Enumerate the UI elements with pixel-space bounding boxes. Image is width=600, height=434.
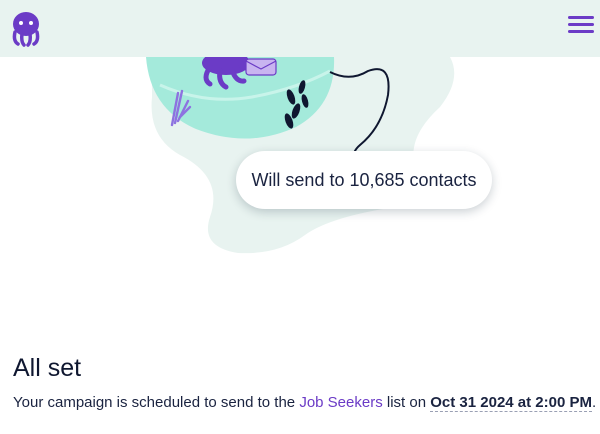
message-text-middle: list on <box>382 394 431 411</box>
message-text-start: Your campaign is scheduled to send to th… <box>13 394 300 411</box>
contact-count-pill: Will send to 10,685 contacts <box>236 151 492 209</box>
top-bar <box>0 0 600 57</box>
hamburger-menu-icon[interactable] <box>568 16 594 38</box>
message-text-end: . <box>592 394 597 411</box>
octopus-logo-icon[interactable] <box>10 11 42 47</box>
envelope-icon <box>245 58 277 76</box>
menu-line <box>568 23 594 26</box>
menu-line <box>568 16 594 19</box>
menu-line <box>568 30 594 33</box>
page-title: All set <box>13 354 82 382</box>
list-link[interactable]: Job Seekers <box>299 394 382 411</box>
schedule-message: Your campaign is scheduled to send to th… <box>13 394 597 412</box>
scheduled-datetime[interactable]: Oct 31 2024 at 2:00 PM <box>430 394 592 412</box>
contact-count-label: Will send to 10,685 contacts <box>251 169 477 190</box>
